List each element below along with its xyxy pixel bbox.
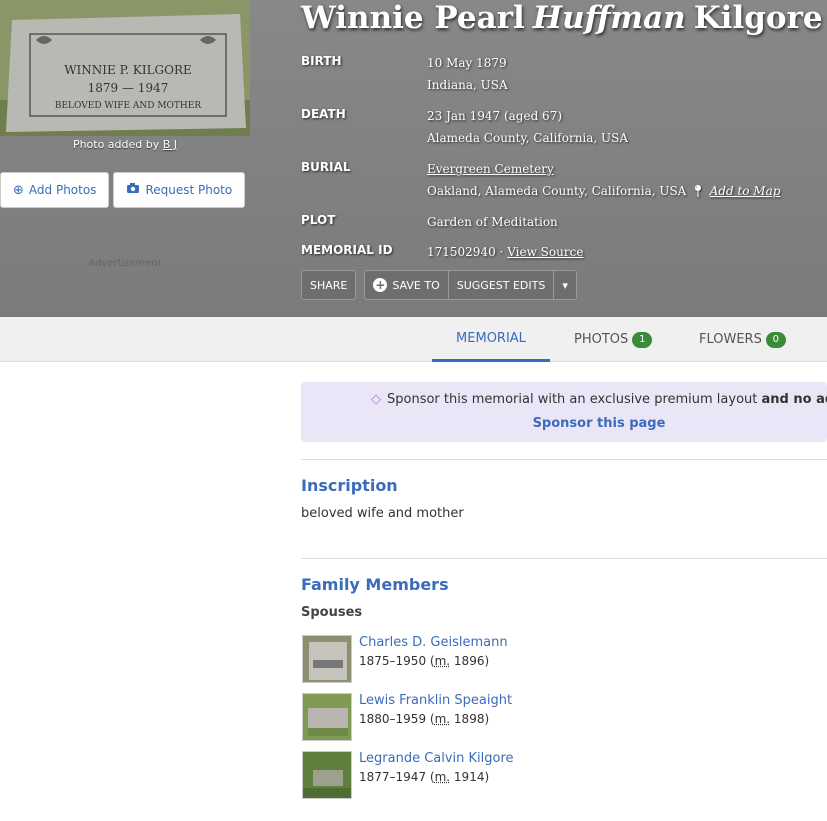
- save-to-button[interactable]: + SAVE TO: [365, 271, 449, 299]
- stone-years-text: 1879 — 1947: [88, 81, 169, 95]
- tab-flowers-label: FLOWERS: [699, 332, 762, 347]
- more-options-dropdown[interactable]: ▾: [554, 271, 576, 299]
- request-photo-label: Request Photo: [145, 183, 233, 197]
- married-abbr: m.: [434, 654, 451, 668]
- list-item[interactable]: Lewis Franklin Speaight 1880–1959 (m. 18…: [301, 693, 821, 743]
- death-label: DEATH: [301, 107, 346, 121]
- view-source-link[interactable]: View Source: [507, 245, 583, 259]
- sponsor-text: Sponsor this memorial with an exclusive …: [387, 392, 758, 407]
- tab-memorial-label: MEMORIAL: [456, 330, 526, 346]
- sponsor-bold-text: and no ads.: [761, 392, 827, 407]
- spouse-years: 1875–1950: [359, 654, 427, 668]
- birth-place: Indiana, USA: [427, 78, 508, 92]
- married-abbr: m.: [434, 712, 451, 726]
- add-photos-button[interactable]: ⊕ Add Photos: [0, 172, 110, 208]
- stone-epitaph-text: BELOVED WIFE AND MOTHER: [55, 101, 201, 111]
- sponsor-page-link[interactable]: Sponsor this page: [301, 416, 827, 431]
- family-members-title: Family Members: [301, 575, 449, 594]
- memorial-id-label: MEMORIAL ID: [301, 243, 393, 257]
- list-item[interactable]: Legrande Calvin Kilgore 1877–1947 (m. 19…: [301, 751, 821, 801]
- caret-down-icon: ▾: [562, 278, 568, 292]
- spouse-thumbnail[interactable]: [302, 635, 352, 683]
- burial-place: Oakland, Alameda County, California, USA: [427, 184, 687, 198]
- divider: [301, 459, 827, 460]
- memorial-header: WINNIE P. KILGORE 1879 — 1947 BELOVED WI…: [0, 0, 827, 317]
- married-abbr: m.: [434, 770, 451, 784]
- spouses-label: Spouses: [301, 605, 363, 620]
- maiden-name: Huffman: [532, 0, 686, 36]
- tab-photos-label: PHOTOS: [574, 332, 629, 347]
- spouse-name-link[interactable]: Lewis Franklin Speaight: [359, 693, 512, 708]
- memorial-actions: SHARE + SAVE TO SUGGEST EDITS ▾: [301, 270, 577, 300]
- burial-label: BURIAL: [301, 160, 351, 174]
- save-to-label: SAVE TO: [392, 278, 440, 292]
- spouse-years: 1877–1947: [359, 770, 427, 784]
- flowers-count-badge: 0: [765, 331, 786, 348]
- spouse-years: 1880–1959: [359, 712, 427, 726]
- marriage-year: 1898: [453, 712, 485, 726]
- spouse-name-link[interactable]: Legrande Calvin Kilgore: [359, 751, 514, 766]
- plot-label: PLOT: [301, 213, 336, 227]
- death-date: 23 Jan 1947 (aged 67): [427, 109, 563, 123]
- marriage-year: 1896: [453, 654, 485, 668]
- spouse-thumbnail[interactable]: [302, 751, 352, 799]
- birth-date: 10 May 1879: [427, 56, 507, 70]
- spouse-dates: 1875–1950 (m. 1896): [359, 654, 490, 668]
- advertisement-label: Advertisement: [88, 258, 162, 269]
- first-name: Winnie Pearl: [301, 0, 525, 36]
- plus-circle-icon: ⊕: [13, 182, 24, 198]
- id-separator: ·: [499, 245, 504, 259]
- add-photos-label: Add Photos: [28, 183, 97, 197]
- birth-label: BIRTH: [301, 54, 342, 68]
- memorial-id-value: 171502940: [427, 245, 496, 259]
- sponsor-message: ◇ Sponsor this memorial with an exclusive…: [301, 392, 827, 407]
- photo-contributor-link[interactable]: B J: [163, 138, 177, 151]
- inscription-title: Inscription: [301, 476, 398, 495]
- photos-count-badge: 1: [632, 331, 653, 348]
- spouse-dates: 1880–1959 (m. 1898): [359, 712, 490, 726]
- spouse-thumbnail[interactable]: [302, 693, 352, 741]
- divider: [301, 558, 827, 559]
- photo-caption-prefix: Photo added by: [72, 138, 160, 151]
- memorial-tabs: MEMORIAL PHOTOS 1 FLOWERS 0: [0, 317, 827, 362]
- cemetery-link[interactable]: Evergreen Cemetery: [427, 162, 554, 176]
- request-photo-button[interactable]: Request Photo: [113, 172, 246, 208]
- share-button[interactable]: SHARE: [301, 270, 357, 300]
- map-pin-icon: 📍︎: [690, 184, 706, 198]
- photo-caption: Photo added by B J: [0, 138, 250, 151]
- sponsor-banner: ◇ Sponsor this memorial with an exclusive…: [301, 382, 827, 442]
- plus-icon: +: [373, 278, 388, 292]
- plot-value: Garden of Meditation: [427, 215, 558, 229]
- inscription-text: beloved wife and mother: [301, 506, 464, 521]
- headstone-photo[interactable]: WINNIE P. KILGORE 1879 — 1947 BELOVED WI…: [0, 0, 250, 136]
- add-to-map-link[interactable]: Add to Map: [710, 184, 781, 198]
- suggest-edits-button[interactable]: SUGGEST EDITS: [449, 271, 555, 299]
- stone-name-text: WINNIE P. KILGORE: [64, 63, 192, 77]
- last-name: Kilgore: [693, 0, 823, 36]
- tab-memorial[interactable]: MEMORIAL: [432, 317, 550, 362]
- list-item[interactable]: Charles D. Geislemann 1875–1950 (m. 1896…: [301, 635, 821, 685]
- tab-photos[interactable]: PHOTOS 1: [550, 317, 676, 362]
- spouse-name-link[interactable]: Charles D. Geislemann: [359, 635, 508, 650]
- page-title: Winnie Pearl Huffman Kilgore: [301, 0, 823, 36]
- spouse-dates: 1877–1947 (m. 1914): [359, 770, 490, 784]
- tab-flowers[interactable]: FLOWERS 0: [675, 317, 810, 362]
- marriage-year: 1914: [453, 770, 485, 784]
- diamond-icon: ◇: [371, 392, 381, 407]
- save-suggest-group: + SAVE TO SUGGEST EDITS ▾: [364, 270, 577, 300]
- camera-icon: [126, 182, 140, 198]
- death-place: Alameda County, California, USA: [427, 131, 629, 145]
- photo-buttons: ⊕ Add Photos Request Photo: [0, 172, 246, 208]
